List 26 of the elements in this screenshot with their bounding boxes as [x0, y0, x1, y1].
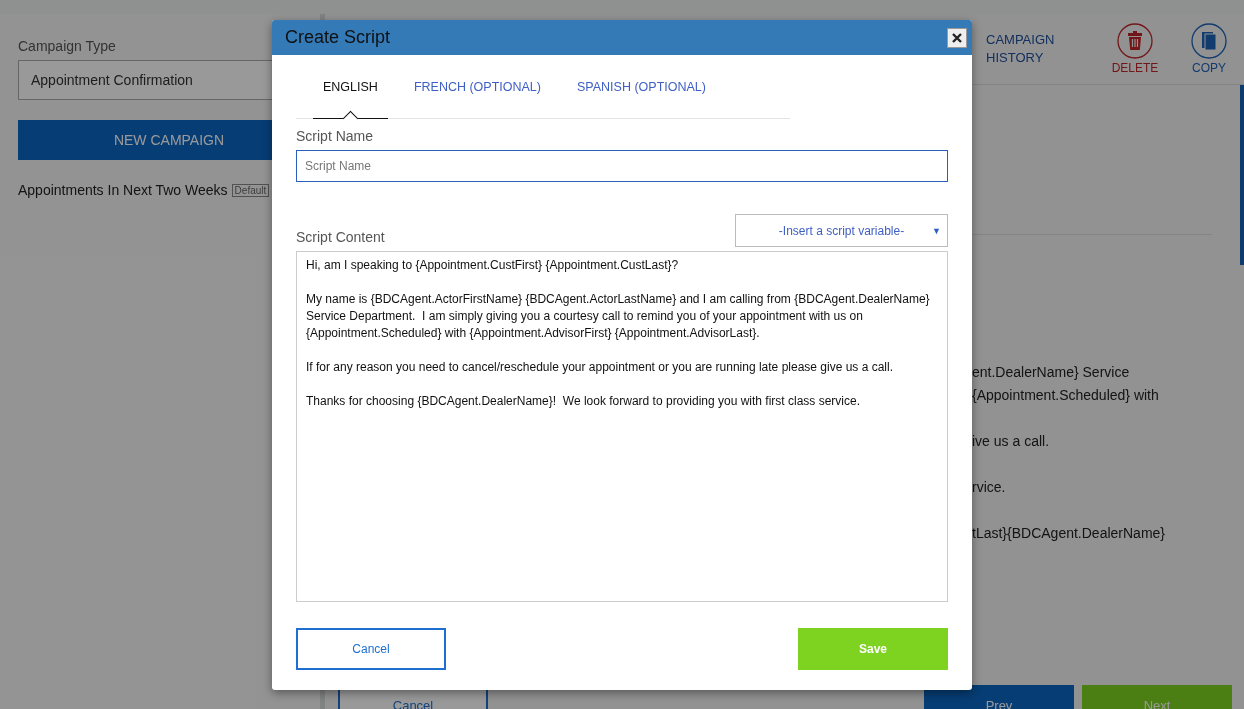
- dropdown-caret: ▼: [932, 225, 941, 236]
- campaign-type-label: Campaign Type: [18, 38, 117, 54]
- script-name-field[interactable]: Script Name: [296, 150, 948, 182]
- campaign-history-link[interactable]: CAMPAIGN HISTORY: [986, 31, 1066, 67]
- script-preview-text: {Appointment.Scheduled} with: [972, 386, 1160, 405]
- campaign-name[interactable]: Appointments In Next Two Weeks: [18, 182, 228, 198]
- copy-button[interactable]: COPY: [1184, 23, 1234, 75]
- prev-button[interactable]: Prev: [924, 685, 1074, 709]
- dialog-title: Create Script: [285, 27, 391, 48]
- close-icon: [952, 32, 962, 43]
- delete-button[interactable]: DELETE: [1110, 23, 1160, 75]
- language-tab[interactable]: ENGLISH: [313, 55, 388, 119]
- script-preview-text: ent.DealerName} Service: [972, 363, 1131, 382]
- trash-icon: [1117, 23, 1153, 59]
- copy-icon: [1191, 23, 1227, 59]
- script-preview-text: ive us a call.: [972, 432, 1051, 451]
- default-badge: Default: [231, 183, 270, 197]
- cancel-button[interactable]: Cancel: [296, 628, 446, 670]
- language-tab[interactable]: SPANISH (OPTIONAL): [567, 55, 716, 119]
- language-tab[interactable]: FRENCH (OPTIONAL): [403, 55, 551, 119]
- script-variable-select[interactable]: -Insert a script variable- ▼: [735, 214, 948, 247]
- script-preview-text: tLast}{BDCAgent.DealerName}: [972, 524, 1166, 543]
- script-content-label: Script Content: [296, 229, 385, 245]
- script-preview-text: rvice.: [972, 478, 1007, 497]
- close-button[interactable]: [947, 27, 967, 48]
- script-content-field[interactable]: Hi, am I speaking to {Appointment.CustFirst} {Appointment.CustLast}? My name is {BDCAgent.ActorFirstName} {BDCAgent.ActorLastName} and I am calling from {BDCAgent.DealerName} Service Department. I am simply giving you a courtesy call to remind you of your appointment with us on {Appointment.Scheduled} with {Appointment.AdvisorFirst} {Appointment.AdvisorLast}. If for any reason you need to cancel/reschedule your appointment or you are running late please give us a call. Thanks for choosing {BDCAgent.DealerName}! We look forward to providing you with first class service.: [296, 251, 948, 602]
